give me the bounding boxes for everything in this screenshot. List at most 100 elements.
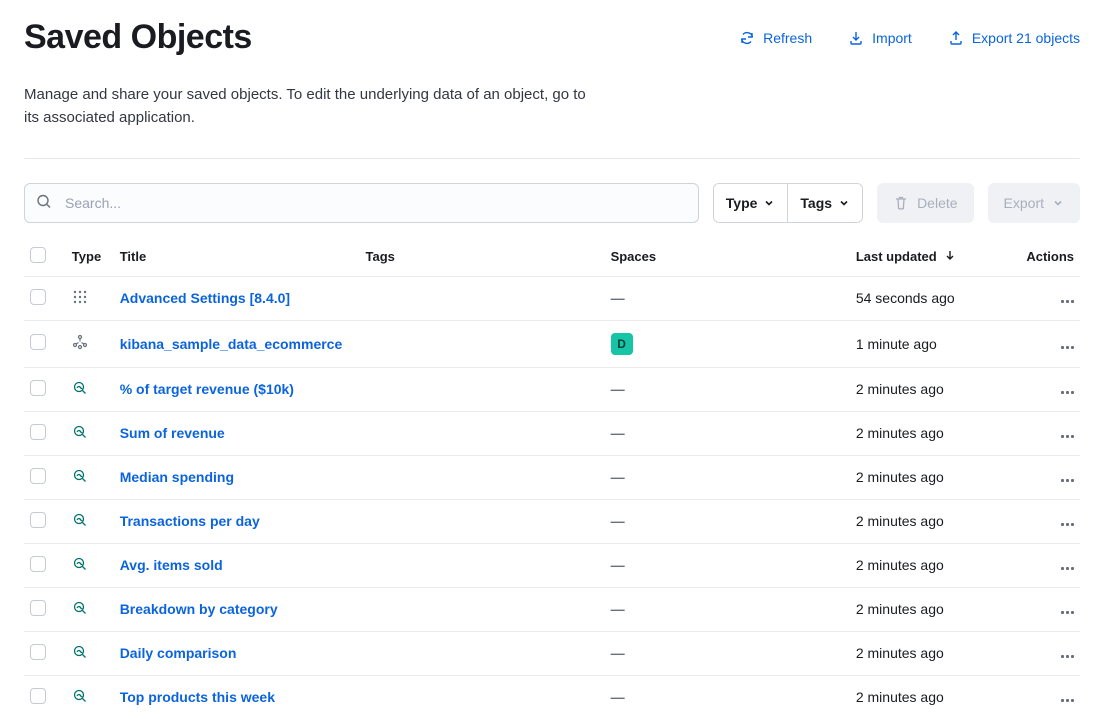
export-button[interactable]: Export 21 objects (948, 30, 1080, 46)
object-title-link[interactable]: kibana_sample_data_ecommerce (120, 336, 343, 352)
lens-icon (72, 556, 88, 572)
grid-icon (72, 289, 88, 305)
export-label: Export 21 objects (972, 30, 1080, 46)
row-actions-button[interactable] (1026, 655, 1074, 658)
search-input[interactable] (24, 183, 699, 223)
row-checkbox[interactable] (30, 424, 46, 440)
row-checkbox[interactable] (30, 334, 46, 350)
row-checkbox[interactable] (30, 644, 46, 660)
row-actions-button[interactable] (1026, 300, 1074, 303)
table-row: % of target revenue ($10k)—2 minutes ago (24, 367, 1080, 411)
col-last-updated-label: Last updated (856, 249, 937, 264)
table-row: Avg. items sold—2 minutes ago (24, 543, 1080, 587)
space-badge[interactable]: D (611, 333, 633, 355)
table-row: Daily comparison — 2 minutes ago (24, 631, 1080, 675)
object-title-link[interactable]: % of target revenue ($10k) (120, 381, 294, 397)
object-title-link[interactable]: Sum of revenue (120, 425, 225, 441)
table-row: Top products this week — 2 minutes ago (24, 675, 1080, 719)
spaces-value: — (611, 513, 625, 529)
lens-icon (72, 600, 88, 616)
spaces-value: — (611, 601, 625, 617)
tags-filter-label: Tags (800, 195, 832, 211)
table-row: Sum of revenue — 2 minutes ago (24, 411, 1080, 455)
last-updated-value: 2 minutes ago (850, 455, 1020, 499)
object-title-link[interactable]: Avg. items sold (120, 557, 223, 573)
row-actions-button[interactable] (1026, 391, 1074, 394)
type-filter[interactable]: Type (714, 184, 788, 222)
lens-icon (72, 468, 88, 484)
lens-icon (72, 688, 88, 704)
object-title-link[interactable]: Breakdown by category (120, 601, 278, 617)
row-checkbox[interactable] (30, 380, 46, 396)
lens-icon (72, 512, 88, 528)
col-type[interactable]: Type (66, 237, 114, 277)
lens-icon (72, 380, 88, 396)
table-row: Transactions per day — 2 minutes ago (24, 499, 1080, 543)
col-spaces[interactable]: Spaces (605, 237, 850, 277)
row-checkbox[interactable] (30, 468, 46, 484)
row-checkbox[interactable] (30, 600, 46, 616)
last-updated-value: 54 seconds ago (850, 276, 1020, 320)
spaces-value: — (611, 425, 625, 441)
object-title-link[interactable]: Advanced Settings [8.4.0] (120, 290, 290, 306)
row-actions-button[interactable] (1026, 346, 1074, 349)
select-all-checkbox[interactable] (30, 247, 46, 263)
page-title: Saved Objects (24, 18, 252, 57)
search-icon (36, 193, 52, 212)
col-tags[interactable]: Tags (360, 237, 605, 277)
last-updated-value: 1 minute ago (850, 320, 1020, 367)
import-label: Import (872, 30, 912, 46)
type-filter-label: Type (726, 195, 758, 211)
chevron-down-icon (763, 197, 775, 209)
row-actions-button[interactable] (1026, 479, 1074, 482)
row-checkbox[interactable] (30, 512, 46, 528)
row-checkbox[interactable] (30, 289, 46, 305)
index-icon (72, 334, 88, 350)
object-title-link[interactable]: Top products this week (120, 689, 275, 705)
spaces-value: — (611, 290, 625, 306)
object-title-link[interactable]: Daily comparison (120, 645, 237, 661)
header-actions: Refresh Import Export 21 objects (739, 30, 1080, 46)
bulk-export-button[interactable]: Export (988, 183, 1080, 223)
import-icon (848, 30, 864, 46)
spaces-value: — (611, 381, 625, 397)
col-actions: Actions (1020, 237, 1080, 277)
sort-descending-icon (944, 249, 956, 261)
row-checkbox[interactable] (30, 556, 46, 572)
col-title[interactable]: Title (114, 237, 360, 277)
last-updated-value: 2 minutes ago (850, 543, 1020, 587)
delete-button[interactable]: Delete (877, 183, 973, 223)
last-updated-value: 2 minutes ago (850, 499, 1020, 543)
table-row: Advanced Settings [8.4.0] — 54 seconds ago (24, 276, 1080, 320)
page-subtitle: Manage and share your saved objects. To … (24, 83, 594, 130)
row-actions-button[interactable] (1026, 567, 1074, 570)
row-actions-button[interactable] (1026, 699, 1074, 702)
lens-icon (72, 644, 88, 660)
tags-filter[interactable]: Tags (787, 184, 862, 222)
object-title-link[interactable]: Transactions per day (120, 513, 260, 529)
object-title-link[interactable]: Median spending (120, 469, 234, 485)
delete-label: Delete (917, 195, 957, 211)
table-row: Breakdown by category—2 minutes ago (24, 587, 1080, 631)
refresh-button[interactable]: Refresh (739, 30, 812, 46)
chevron-down-icon (1052, 197, 1064, 209)
objects-table: Type Title Tags Spaces Last updated Acti… (24, 237, 1080, 719)
row-actions-button[interactable] (1026, 611, 1074, 614)
last-updated-value: 2 minutes ago (850, 675, 1020, 719)
import-button[interactable]: Import (848, 30, 912, 46)
spaces-value: — (611, 689, 625, 705)
filter-group: Type Tags (713, 183, 863, 223)
table-row: kibana_sample_data_ecommerce D 1 minute ag… (24, 320, 1080, 367)
last-updated-value: 2 minutes ago (850, 411, 1020, 455)
chevron-down-icon (838, 197, 850, 209)
row-actions-button[interactable] (1026, 435, 1074, 438)
search-wrap (24, 183, 699, 223)
spaces-value: — (611, 469, 625, 485)
spaces-value: — (611, 645, 625, 661)
divider (24, 158, 1080, 159)
row-checkbox[interactable] (30, 688, 46, 704)
table-row: Median spending — 2 minutes ago (24, 455, 1080, 499)
row-actions-button[interactable] (1026, 523, 1074, 526)
last-updated-value: 2 minutes ago (850, 631, 1020, 675)
col-last-updated[interactable]: Last updated (850, 237, 1020, 277)
